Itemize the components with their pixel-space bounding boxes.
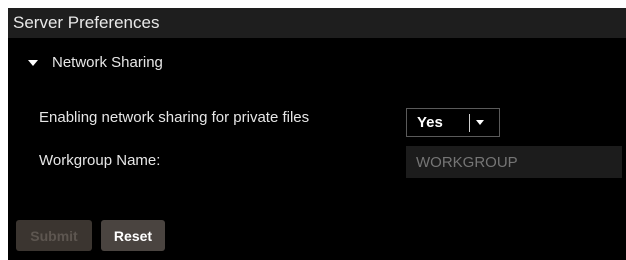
reset-button[interactable]: Reset (101, 220, 165, 251)
private-files-sharing-label: Enabling network sharing for private fil… (39, 109, 310, 126)
section-label: Network Sharing (52, 53, 163, 71)
private-files-sharing-select[interactable]: Yes (406, 108, 500, 137)
chevron-down-icon (476, 120, 484, 125)
panel-title: Server Preferences (8, 8, 626, 38)
select-divider (469, 113, 470, 132)
network-sharing-section-toggle[interactable]: Network Sharing (28, 52, 163, 72)
workgroup-name-label: Workgroup Name: (39, 152, 161, 169)
server-preferences-panel: Server Preferences Network Sharing Enabl… (8, 8, 626, 260)
triangle-down-icon (28, 59, 38, 66)
submit-button[interactable]: Submit (16, 220, 92, 251)
workgroup-name-input[interactable] (406, 146, 622, 178)
select-value: Yes (417, 114, 443, 131)
